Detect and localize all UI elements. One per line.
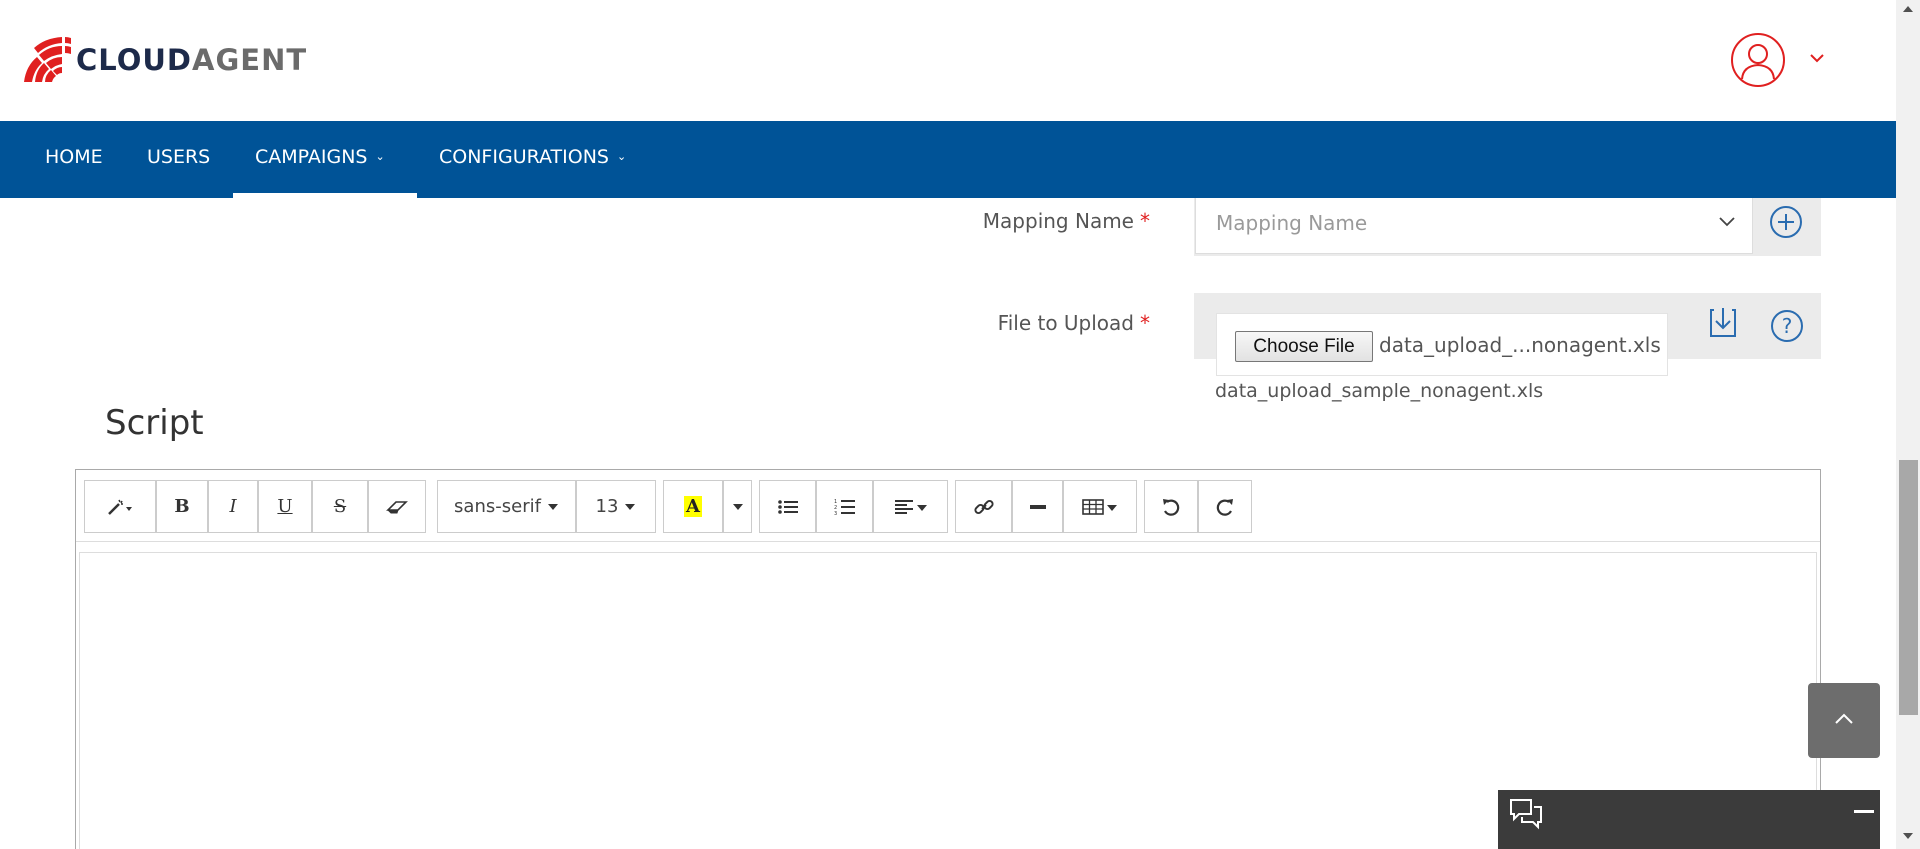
strikethrough-button[interactable]: S <box>312 480 368 533</box>
page-scrollbar[interactable] <box>1896 0 1920 849</box>
nav-active-indicator <box>233 193 417 198</box>
redo-button[interactable] <box>1198 480 1252 533</box>
bullet-list-icon <box>777 499 798 514</box>
editor-toolbar: B I U S sans-serif 13 A 1 2 3 <box>76 470 1820 542</box>
insert-table-dropdown[interactable] <box>1063 480 1137 533</box>
file-input: Choose File data_upload_...nonagent.xls <box>1216 313 1668 376</box>
underline-button[interactable]: U <box>258 480 312 533</box>
horizontal-rule-button[interactable] <box>1012 480 1063 533</box>
align-left-icon <box>894 499 927 514</box>
link-icon <box>973 499 994 514</box>
chevron-down-icon[interactable] <box>1809 52 1825 64</box>
clear-format-button[interactable] <box>368 480 426 533</box>
insert-link-button[interactable] <box>955 480 1012 533</box>
font-family-dropdown[interactable]: sans-serif <box>437 480 576 533</box>
mapping-name-placeholder: Mapping Name <box>1216 211 1368 235</box>
minimize-chat-button[interactable] <box>1854 810 1874 813</box>
magic-wand-icon <box>108 499 132 515</box>
magic-style-button[interactable] <box>84 480 156 533</box>
caret-down-icon <box>732 503 743 510</box>
paragraph-align-dropdown[interactable] <box>873 480 948 533</box>
plus-circle-icon[interactable] <box>1770 206 1802 238</box>
undo-icon <box>1163 498 1180 516</box>
brand-logo[interactable]: CLOUDAGENT <box>22 36 307 84</box>
chosen-file-name: data_upload_...nonagent.xls <box>1379 333 1661 357</box>
caret-down-icon <box>625 503 636 510</box>
scroll-down-arrow-icon[interactable] <box>1902 832 1914 840</box>
brand-name: CLOUDAGENT <box>76 43 308 77</box>
caret-down-icon <box>547 503 558 510</box>
download-icon[interactable] <box>1709 306 1737 338</box>
user-avatar-icon[interactable] <box>1731 33 1785 87</box>
scroll-to-top-button[interactable] <box>1808 683 1880 758</box>
color-dropdown-button[interactable] <box>723 480 752 533</box>
sample-file-link[interactable]: data_upload_sample_nonagent.xls <box>1215 380 1543 402</box>
bold-button[interactable]: B <box>156 480 208 533</box>
chevron-up-icon <box>1835 713 1853 724</box>
fan-logo-icon <box>24 37 71 82</box>
chevron-down-icon: ⌄ <box>617 150 627 163</box>
unordered-list-button[interactable] <box>759 480 816 533</box>
chat-bubbles-icon[interactable] <box>1508 797 1544 833</box>
svg-text:3: 3 <box>834 511 837 516</box>
italic-button[interactable]: I <box>208 480 258 533</box>
main-nav: HOME USERS CAMPAIGNS ⌄ CONFIGURATIONS ⌄ <box>0 121 1896 198</box>
mapping-name-label: Mapping Name * <box>982 209 1150 233</box>
ordered-list-button[interactable]: 1 2 3 <box>816 480 873 533</box>
table-icon <box>1082 498 1117 515</box>
font-size-dropdown[interactable]: 13 <box>576 480 656 533</box>
scrollbar-thumb[interactable] <box>1899 460 1918 715</box>
script-section-title: Script <box>105 403 204 443</box>
nav-item-campaigns[interactable]: CAMPAIGNS ⌄ <box>255 121 385 198</box>
file-upload-label: File to Upload * <box>997 311 1150 335</box>
chevron-down-icon: ⌄ <box>375 150 385 163</box>
nav-item-home[interactable]: HOME <box>45 121 103 198</box>
chevron-down-icon <box>1719 217 1735 227</box>
app-header: CLOUDAGENT <box>0 0 1896 121</box>
redo-icon <box>1216 498 1233 516</box>
numbered-list-icon: 1 2 3 <box>834 499 855 516</box>
mapping-name-select[interactable]: Mapping Name <box>1195 198 1753 254</box>
scroll-up-arrow-icon[interactable] <box>1902 5 1914 13</box>
undo-button[interactable] <box>1144 480 1198 533</box>
highlight-color-button[interactable]: A <box>663 480 723 533</box>
chat-widget-bar[interactable] <box>1498 790 1880 849</box>
choose-file-button[interactable]: Choose File <box>1235 331 1373 362</box>
nav-item-users[interactable]: USERS <box>147 121 210 198</box>
nav-item-configurations[interactable]: CONFIGURATIONS ⌄ <box>439 121 626 198</box>
horizontal-rule-icon <box>1029 504 1046 509</box>
eraser-icon <box>386 500 408 513</box>
highlight-a-icon: A <box>684 496 702 517</box>
help-icon[interactable]: ? <box>1771 310 1803 342</box>
